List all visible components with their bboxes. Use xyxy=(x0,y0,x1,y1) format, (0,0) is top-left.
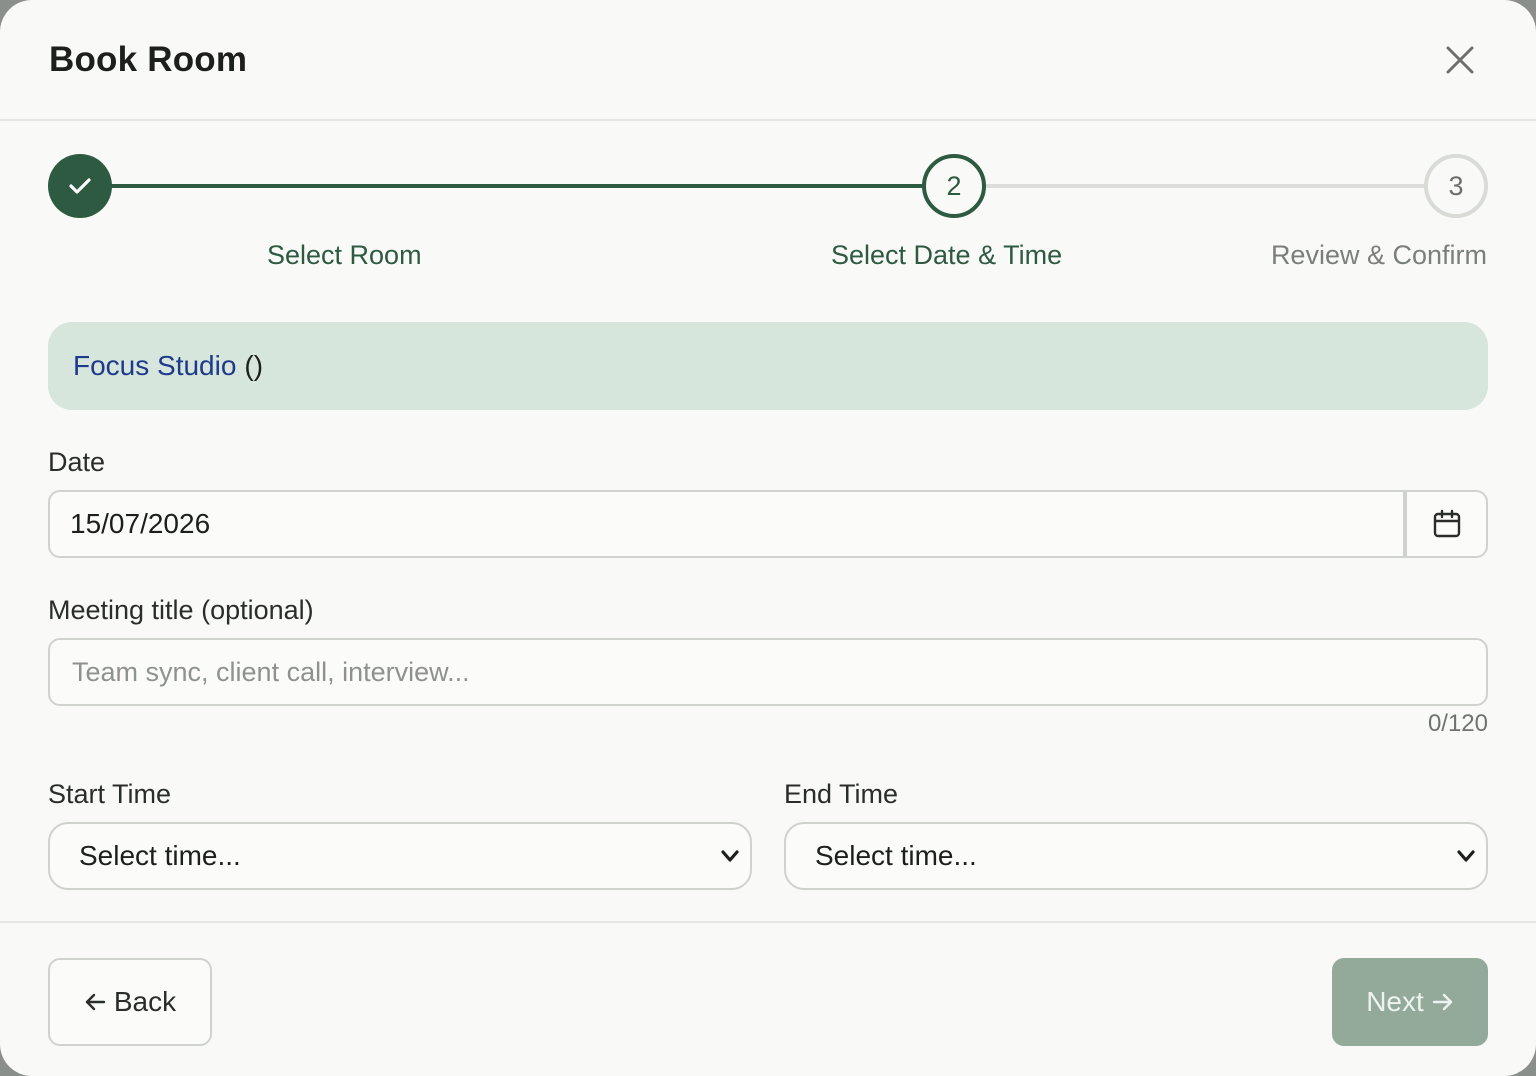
date-value: 15/07/2026 xyxy=(70,508,211,539)
dialog-title: Book Room xyxy=(49,40,248,79)
close-button[interactable] xyxy=(1436,36,1484,84)
selected-room-banner: Focus Studio () xyxy=(48,322,1488,410)
meeting-title-label: Meeting title (optional) xyxy=(48,595,314,625)
close-icon xyxy=(1446,46,1474,74)
meeting-title-input[interactable] xyxy=(70,655,1486,689)
meeting-title-field xyxy=(48,638,1488,706)
dialog-header: Book Room xyxy=(0,0,1536,121)
date-input[interactable]: 15/07/2026 xyxy=(48,490,1405,558)
end-time-select[interactable]: Select time... xyxy=(784,822,1488,890)
dialog-footer: Back Next xyxy=(0,921,1536,1076)
character-counter: 0/120 xyxy=(1427,710,1488,737)
stepper-line-completed xyxy=(80,184,955,188)
chevron-down-icon xyxy=(721,850,739,862)
check-icon xyxy=(69,178,91,194)
calendar-icon xyxy=(1433,509,1460,538)
start-time-label: Start Time xyxy=(48,779,172,809)
next-button-label: Next xyxy=(1366,986,1424,1017)
arrow-right-icon xyxy=(1432,993,1452,1011)
stepper-line-upcoming xyxy=(955,184,1456,188)
back-button-label: Back xyxy=(113,986,177,1017)
step-2-circle: 2 xyxy=(922,154,986,218)
back-button[interactable]: Back xyxy=(48,958,212,1046)
end-time-value: Select time... xyxy=(815,840,977,871)
end-time-label: End Time xyxy=(784,779,899,809)
room-name: Focus Studio xyxy=(73,350,237,381)
calendar-button[interactable] xyxy=(1405,490,1488,558)
step-2-label: Select Date & Time xyxy=(831,240,1063,270)
start-time-select[interactable]: Select time... xyxy=(48,822,752,890)
start-time-value: Select time... xyxy=(79,840,241,871)
step-3-label: Review & Confirm xyxy=(1270,240,1487,270)
arrow-left-icon xyxy=(85,993,106,1011)
room-details: () xyxy=(244,350,264,381)
book-room-dialog: Book Room 2 3 Select Room Select Date & … xyxy=(0,0,1536,1076)
step-1-circle xyxy=(48,154,112,218)
progress-stepper: 2 3 Select Room Select Date & Time Revie… xyxy=(0,121,1536,301)
date-label: Date xyxy=(48,447,106,477)
chevron-down-icon xyxy=(1457,850,1475,862)
next-button[interactable]: Next xyxy=(1332,958,1488,1046)
step-1-label: Select Room xyxy=(267,240,422,270)
step-3-circle: 3 xyxy=(1424,154,1488,218)
